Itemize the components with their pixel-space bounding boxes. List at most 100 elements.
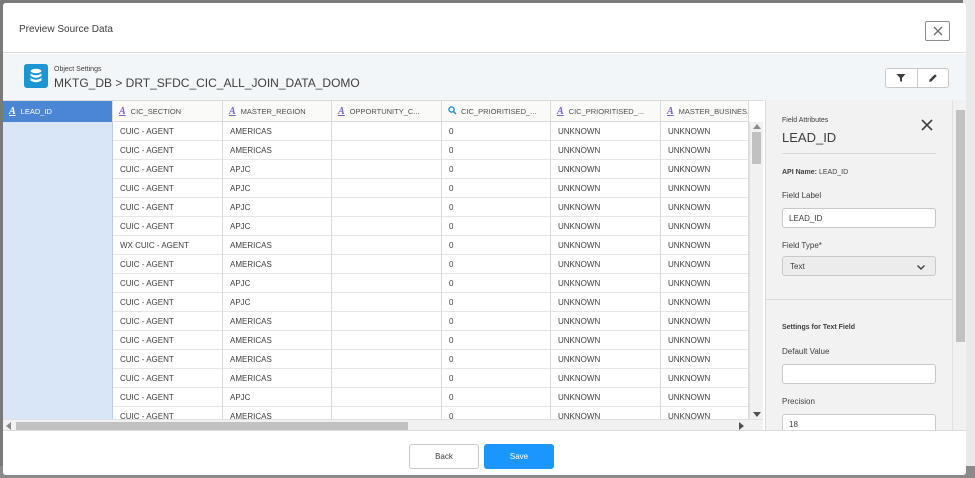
table-cell[interactable] [332, 312, 442, 331]
table-cell[interactable]: UNKNOWN [551, 141, 661, 160]
table-cell[interactable]: APJC [223, 160, 332, 179]
table-cell[interactable]: CUIC - AGENT [113, 369, 223, 388]
table-cell[interactable]: CUIC - AGENT [113, 160, 223, 179]
column-header-0[interactable]: A LEAD_ID [3, 101, 113, 122]
grid-horizontal-scrollbar[interactable] [3, 419, 763, 430]
table-cell[interactable] [3, 293, 113, 312]
table-cell[interactable]: 0 [442, 312, 551, 331]
table-cell[interactable]: AMERICAS [223, 331, 332, 350]
table-cell[interactable]: UNKNOWN [661, 217, 749, 236]
table-cell[interactable]: APJC [223, 217, 332, 236]
table-row[interactable]: CUIC - AGENT AMERICAS 0 UNKNOWN UNKNOWN [3, 122, 763, 141]
table-cell[interactable]: AMERICAS [223, 255, 332, 274]
table-cell[interactable]: UNKNOWN [661, 274, 749, 293]
table-cell[interactable] [332, 217, 442, 236]
table-cell[interactable]: AMERICAS [223, 141, 332, 160]
edit-button[interactable] [916, 69, 949, 87]
table-cell[interactable]: 0 [442, 274, 551, 293]
table-cell[interactable] [3, 369, 113, 388]
table-cell[interactable]: UNKNOWN [551, 369, 661, 388]
close-modal-button[interactable] [925, 21, 950, 41]
field-label-input[interactable]: LEAD_ID [782, 208, 936, 228]
grid-vertical-scroll-thumb[interactable] [752, 132, 761, 164]
table-cell[interactable]: 0 [442, 350, 551, 369]
table-cell[interactable]: CUIC - AGENT [113, 122, 223, 141]
table-cell[interactable]: CUIC - AGENT [113, 255, 223, 274]
column-header-1[interactable]: A CIC_SECTION [113, 101, 223, 122]
table-cell[interactable]: UNKNOWN [551, 255, 661, 274]
table-cell[interactable]: 0 [442, 217, 551, 236]
panel-scrollbar[interactable] [952, 100, 966, 430]
table-cell[interactable]: UNKNOWN [661, 255, 749, 274]
precision-input[interactable]: 18 [782, 414, 936, 430]
grid-vertical-scrollbar[interactable] [749, 122, 763, 419]
table-cell[interactable]: CUIC - AGENT [113, 331, 223, 350]
table-cell[interactable]: CUIC - AGENT [113, 179, 223, 198]
table-cell[interactable] [3, 141, 113, 160]
column-header-2[interactable]: A MASTER_REGION [223, 101, 332, 122]
table-cell[interactable] [3, 198, 113, 217]
table-row[interactable]: CUIC - AGENT APJC 0 UNKNOWN UNKNOWN [3, 179, 763, 198]
table-cell[interactable]: UNKNOWN [661, 293, 749, 312]
table-cell[interactable]: UNKNOWN [661, 198, 749, 217]
table-cell[interactable]: AMERICAS [223, 350, 332, 369]
table-cell[interactable]: 0 [442, 369, 551, 388]
table-cell[interactable]: UNKNOWN [661, 331, 749, 350]
table-cell[interactable]: 0 [442, 236, 551, 255]
default-value-input[interactable] [782, 364, 936, 384]
table-cell[interactable] [3, 350, 113, 369]
table-cell[interactable]: UNKNOWN [661, 141, 749, 160]
table-cell[interactable]: 0 [442, 122, 551, 141]
panel-scroll-thumb[interactable] [956, 110, 965, 342]
grid-horizontal-scroll-thumb[interactable] [16, 422, 408, 430]
table-cell[interactable] [3, 331, 113, 350]
table-cell[interactable]: 0 [442, 160, 551, 179]
table-cell[interactable]: UNKNOWN [551, 293, 661, 312]
table-row[interactable]: CUIC - AGENT AMERICAS 0 UNKNOWN UNKNOWN [3, 255, 763, 274]
table-cell[interactable] [3, 122, 113, 141]
table-cell[interactable]: APJC [223, 179, 332, 198]
table-cell[interactable] [3, 236, 113, 255]
table-row[interactable]: CUIC - AGENT APJC 0 UNKNOWN UNKNOWN [3, 160, 763, 179]
close-icon[interactable] [920, 118, 934, 132]
table-cell[interactable] [3, 388, 113, 407]
table-cell[interactable]: UNKNOWN [661, 369, 749, 388]
table-row[interactable]: CUIC - AGENT AMERICAS 0 UNKNOWN UNKNOWN [3, 141, 763, 160]
table-cell[interactable]: UNKNOWN [551, 160, 661, 179]
table-cell[interactable]: UNKNOWN [551, 217, 661, 236]
table-cell[interactable] [332, 236, 442, 255]
table-cell[interactable]: UNKNOWN [551, 312, 661, 331]
table-row[interactable]: CUIC - AGENT AMERICAS 0 UNKNOWN UNKNOWN [3, 350, 763, 369]
table-row[interactable]: CUIC - AGENT AMERICAS 0 UNKNOWN UNKNOWN [3, 369, 763, 388]
table-cell[interactable]: UNKNOWN [661, 388, 749, 407]
table-cell[interactable] [332, 160, 442, 179]
table-cell[interactable]: UNKNOWN [661, 350, 749, 369]
table-cell[interactable] [332, 179, 442, 198]
back-button[interactable]: Back [409, 444, 479, 469]
table-cell[interactable]: UNKNOWN [661, 312, 749, 331]
table-cell[interactable]: UNKNOWN [551, 179, 661, 198]
table-cell[interactable]: WX CUIC - AGENT [113, 236, 223, 255]
table-cell[interactable] [332, 369, 442, 388]
table-cell[interactable]: UNKNOWN [551, 350, 661, 369]
table-cell[interactable]: UNKNOWN [661, 160, 749, 179]
table-cell[interactable]: UNKNOWN [551, 331, 661, 350]
table-cell[interactable] [332, 388, 442, 407]
table-cell[interactable]: 0 [442, 198, 551, 217]
table-cell[interactable] [3, 274, 113, 293]
table-row[interactable]: CUIC - AGENT APJC 0 UNKNOWN UNKNOWN [3, 274, 763, 293]
table-cell[interactable] [332, 293, 442, 312]
table-cell[interactable]: UNKNOWN [551, 236, 661, 255]
table-cell[interactable]: APJC [223, 198, 332, 217]
scroll-down-arrow[interactable] [753, 412, 761, 417]
column-header-6[interactable]: A MASTER_BUSINES... [661, 101, 749, 122]
table-cell[interactable] [3, 255, 113, 274]
table-row[interactable]: CUIC - AGENT APJC 0 UNKNOWN UNKNOWN [3, 198, 763, 217]
table-cell[interactable]: CUIC - AGENT [113, 217, 223, 236]
table-cell[interactable]: CUIC - AGENT [113, 198, 223, 217]
table-cell[interactable] [332, 331, 442, 350]
field-type-select[interactable]: Text [782, 256, 936, 276]
filter-button[interactable] [886, 69, 917, 87]
column-header-4[interactable]: CIC_PRIORITISED_... [442, 101, 551, 122]
table-cell[interactable] [332, 255, 442, 274]
